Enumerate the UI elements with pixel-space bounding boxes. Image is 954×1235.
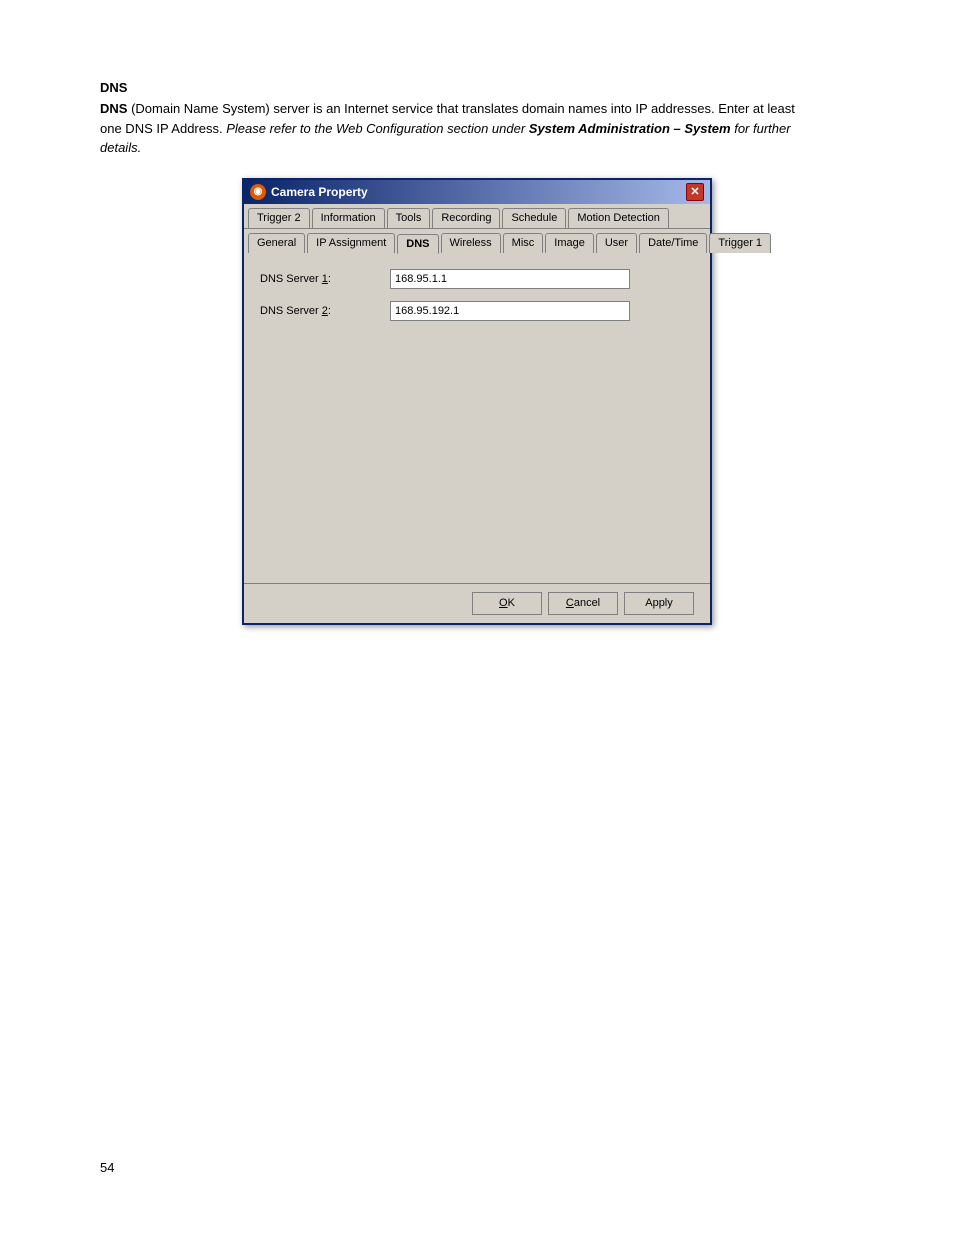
- tab-row-1: Trigger 2 Information Tools Recording Sc…: [248, 208, 706, 228]
- apply-button[interactable]: Apply: [624, 592, 694, 615]
- tab-datetime[interactable]: Date/Time: [639, 233, 707, 253]
- dns2-label: DNS Server 2:: [260, 305, 390, 317]
- section-body: DNS (Domain Name System) server is an In…: [100, 99, 800, 158]
- tab-user[interactable]: User: [596, 233, 637, 253]
- dns1-label-underline: 1: [322, 273, 328, 285]
- tab-motion-detection[interactable]: Motion Detection: [568, 208, 669, 228]
- camera-property-dialog: ◉ Camera Property ✕ Trigger 2 Informatio…: [242, 178, 712, 625]
- dns2-label-underline: 2: [322, 305, 328, 317]
- dialog-wrapper: ◉ Camera Property ✕ Trigger 2 Informatio…: [100, 178, 854, 625]
- dns1-row: DNS Server 1:: [260, 269, 694, 289]
- dialog-tabs-row1: Trigger 2 Information Tools Recording Sc…: [244, 204, 710, 229]
- tab-misc[interactable]: Misc: [503, 233, 544, 253]
- tab-recording[interactable]: Recording: [432, 208, 500, 228]
- section-title: DNS: [100, 80, 854, 95]
- tab-general[interactable]: General: [248, 233, 305, 253]
- cancel-button[interactable]: Cancel: [548, 592, 618, 615]
- titlebar-left: ◉ Camera Property: [250, 184, 368, 200]
- tab-ip-assignment[interactable]: IP Assignment: [307, 233, 395, 253]
- tab-trigger2[interactable]: Trigger 2: [248, 208, 310, 228]
- dialog-footer: OK Cancel Apply: [244, 583, 710, 623]
- close-button[interactable]: ✕: [686, 183, 704, 201]
- tab-tools[interactable]: Tools: [387, 208, 431, 228]
- tab-trigger1[interactable]: Trigger 1: [709, 233, 771, 253]
- body-italic: Please refer to the Web Configuration se…: [226, 121, 529, 136]
- dns2-input[interactable]: [390, 301, 630, 321]
- dialog-titlebar: ◉ Camera Property ✕: [244, 180, 710, 204]
- ok-label: OK: [499, 597, 515, 609]
- tab-information[interactable]: Information: [312, 208, 385, 228]
- dns1-input[interactable]: [390, 269, 630, 289]
- tab-dns[interactable]: DNS: [397, 234, 438, 254]
- dns1-label: DNS Server 1:: [260, 273, 390, 285]
- page-number: 54: [100, 1160, 114, 1175]
- tab-wireless[interactable]: Wireless: [441, 233, 501, 253]
- cancel-label: Cancel: [566, 597, 600, 609]
- tab-image[interactable]: Image: [545, 233, 594, 253]
- body-bold: DNS: [100, 101, 127, 116]
- tab-row-2: General IP Assignment DNS Wireless Misc …: [248, 233, 706, 253]
- dialog-title: Camera Property: [271, 185, 368, 199]
- dialog-app-icon: ◉: [250, 184, 266, 200]
- dialog-body: DNS Server 1: DNS Server 2:: [244, 253, 710, 583]
- dns2-row: DNS Server 2:: [260, 301, 694, 321]
- ok-button[interactable]: OK: [472, 592, 542, 615]
- apply-label: Apply: [645, 597, 673, 609]
- dialog-tabs-row2: General IP Assignment DNS Wireless Misc …: [244, 229, 710, 253]
- tab-schedule[interactable]: Schedule: [502, 208, 566, 228]
- body-bold-italic: System Administration – System: [529, 121, 731, 136]
